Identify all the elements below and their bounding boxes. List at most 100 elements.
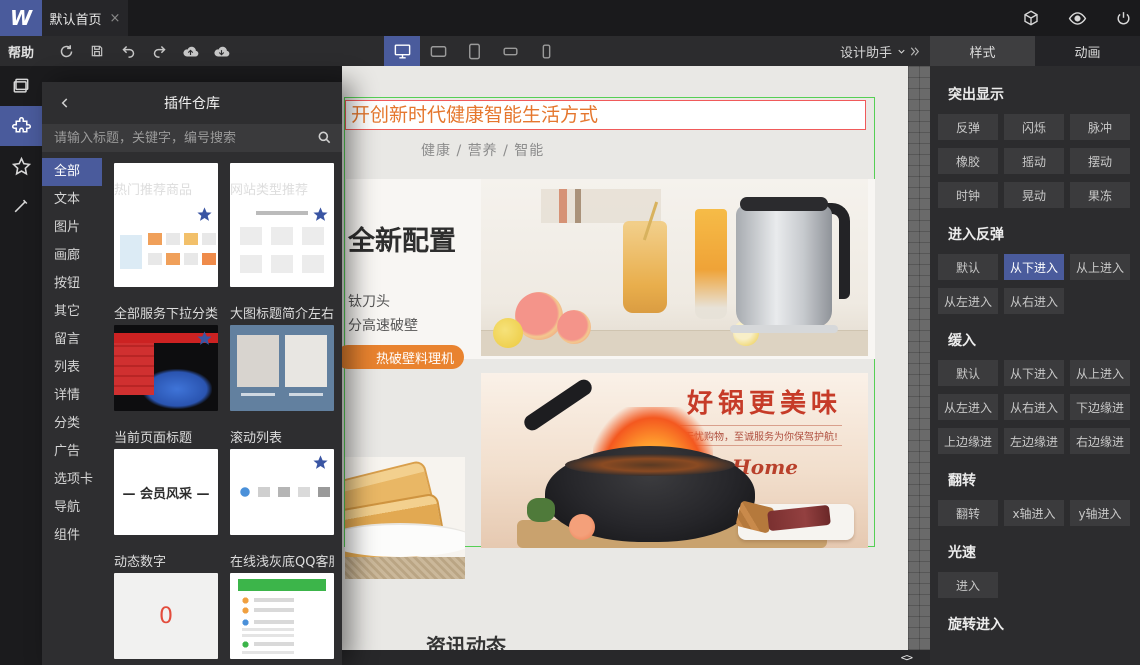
news-section-heading[interactable]: 资讯动态 <box>426 630 506 650</box>
redo-icon[interactable] <box>149 40 169 62</box>
plugin-category[interactable]: 导航 <box>42 494 102 522</box>
animation-option-button[interactable]: 从右进入 <box>1004 394 1064 420</box>
hero-cta-button[interactable]: 热破壁料理机 <box>342 345 464 369</box>
device-desktop-icon[interactable] <box>384 36 420 66</box>
plugin-category[interactable]: 其它 <box>42 298 102 326</box>
plugin-category[interactable]: 详情 <box>42 382 102 410</box>
animation-option-button[interactable]: 脉冲 <box>1070 114 1130 140</box>
plugin-category[interactable]: 图片 <box>42 214 102 242</box>
animation-option-button[interactable]: 翻转 <box>938 500 998 526</box>
animation-option-button[interactable]: 摇动 <box>1004 148 1064 174</box>
animation-option-button[interactable]: 摆动 <box>1070 148 1130 174</box>
stirfry-food-decor <box>565 454 735 476</box>
plugin-category[interactable]: 选项卡 <box>42 466 102 494</box>
plugin-item[interactable]: 动态数字 0 <box>114 551 218 659</box>
plugin-category[interactable]: 按钮 <box>42 270 102 298</box>
plugin-item-label: 在线浅灰底QQ客服 <box>230 555 334 568</box>
animation-option-button[interactable]: y轴进入 <box>1070 500 1130 526</box>
animation-option-button[interactable]: 下边缘进 <box>1070 394 1130 420</box>
animation-option-button[interactable]: 从上进入 <box>1070 254 1130 280</box>
undo-icon[interactable] <box>118 40 138 62</box>
plugin-item[interactable]: 热门推荐商品 <box>114 179 218 287</box>
app-logo[interactable]: W <box>0 0 42 36</box>
code-view-icon[interactable]: <> <box>901 651 913 664</box>
plugin-item[interactable]: 大图标题简介左右切... <box>230 303 334 411</box>
plugin-item[interactable]: 在线浅灰底QQ客服 <box>230 551 334 659</box>
animation-option-button[interactable]: 时钟 <box>938 182 998 208</box>
animation-option-button[interactable]: 上边缘进 <box>938 428 998 454</box>
plugin-item[interactable]: 当前页面标题 — 会员风采 — <box>114 427 218 535</box>
animation-option-button[interactable]: 进入 <box>938 572 998 598</box>
plugin-item[interactable]: 全部服务下拉分类带... <box>114 303 218 411</box>
plugin-item-thumbnail: 0 <box>114 573 218 659</box>
device-phone-landscape-icon[interactable] <box>492 36 528 66</box>
rail-pages-icon[interactable] <box>0 66 42 106</box>
search-icon[interactable] <box>316 129 332 145</box>
animation-option-button[interactable]: 从左进入 <box>938 394 998 420</box>
tab-style[interactable]: 样式 <box>930 36 1035 66</box>
plugin-category[interactable]: 组件 <box>42 522 102 550</box>
power-exit-icon[interactable] <box>1115 10 1132 27</box>
device-phone-portrait-icon[interactable] <box>528 36 564 66</box>
plugin-item-thumbnail: — 会员风采 — <box>114 449 218 535</box>
animation-option-button[interactable]: x轴进入 <box>1004 500 1064 526</box>
animation-option-button[interactable]: 从下进入 <box>1004 254 1064 280</box>
plugin-category[interactable]: 广告 <box>42 438 102 466</box>
page-tab[interactable]: 默认首页 × <box>42 0 128 36</box>
device-tablet-landscape-icon[interactable] <box>420 36 456 66</box>
chevron-down-icon <box>898 49 905 54</box>
plugin-item-thumbnail <box>230 201 334 287</box>
device-tablet-portrait-icon[interactable] <box>456 36 492 66</box>
tab-close-icon[interactable]: × <box>110 11 121 26</box>
plate-decor <box>345 523 465 557</box>
plugin-item[interactable]: 网站类型推荐 <box>230 179 334 287</box>
back-chevron-icon[interactable] <box>58 96 72 110</box>
save-icon[interactable] <box>87 40 107 62</box>
cloud-download-icon[interactable] <box>211 40 231 62</box>
plugin-category[interactable]: 文本 <box>42 186 102 214</box>
animation-option-button[interactable]: 从上进入 <box>1070 360 1130 386</box>
plugin-category[interactable]: 列表 <box>42 354 102 382</box>
rail-plugins-icon[interactable] <box>0 106 42 146</box>
rail-favorites-icon[interactable] <box>0 146 42 186</box>
animation-option-button[interactable]: 左边缘进 <box>1004 428 1064 454</box>
wok-banner-image[interactable]: 好锅更美味 无忧购物，至诚服务为你保驾护航! Warm Home <box>481 373 868 548</box>
canvas-scrollbar[interactable] <box>908 66 930 650</box>
animation-option-button[interactable]: 从左进入 <box>938 288 998 314</box>
animation-option-button[interactable]: 默认 <box>938 360 998 386</box>
help-button[interactable]: 帮助 <box>0 36 42 66</box>
plugin-item-thumbnail <box>230 325 334 411</box>
animation-option-button[interactable]: 从右进入 <box>1004 288 1064 314</box>
animation-option-button[interactable]: 晃动 <box>1004 182 1064 208</box>
plugin-search-input[interactable] <box>42 124 342 152</box>
tab-animation[interactable]: 动画 <box>1035 36 1140 66</box>
plugin-category[interactable]: 画廊 <box>42 242 102 270</box>
animation-option-button[interactable]: 反弹 <box>938 114 998 140</box>
animation-section-ease-in: 缓入 默认 从下进入 从上进入从左进入 从右进入 下边缘进上边缘进 左边缘进 右边缘进 <box>938 330 1132 454</box>
page-subtitle[interactable]: 健康 / 营养 / 智能 <box>421 140 544 160</box>
animation-option-button[interactable]: 默认 <box>938 254 998 280</box>
animation-option-button[interactable]: 橡胶 <box>938 148 998 174</box>
panel-collapse-button[interactable] <box>908 36 921 66</box>
plugin-category[interactable]: 分类 <box>42 410 102 438</box>
animation-option-button[interactable]: 闪烁 <box>1004 114 1064 140</box>
animation-option-button[interactable]: 果冻 <box>1070 182 1130 208</box>
page-title-component[interactable]: 开创新时代健康智能生活方式 <box>345 100 866 130</box>
kettle-product-image[interactable] <box>481 179 868 356</box>
cloud-upload-icon[interactable] <box>180 40 200 62</box>
animation-section-title: 进入反弹 <box>948 227 1004 243</box>
refresh-icon[interactable] <box>56 40 76 62</box>
design-canvas[interactable]: 开创新时代健康智能生活方式 健康 / 营养 / 智能 全新配置 钛刀头 分高速破… <box>342 66 908 650</box>
animation-option-button[interactable]: 从下进入 <box>1004 360 1064 386</box>
animation-option-button[interactable]: 右边缘进 <box>1070 428 1130 454</box>
plugin-item[interactable]: 滚动列表 <box>230 427 334 535</box>
rail-magic-wand-icon[interactable] <box>0 186 42 226</box>
plugin-category[interactable]: 全部 <box>42 158 102 186</box>
toast-image[interactable] <box>345 457 465 579</box>
plugin-category[interactable]: 留言 <box>42 326 102 354</box>
template-cube-icon[interactable] <box>1022 9 1040 27</box>
preview-eye-icon[interactable] <box>1068 9 1087 28</box>
animation-section-lightspeed: 光速 进入 <box>938 542 1132 598</box>
design-assistant-dropdown[interactable]: 设计助手 <box>840 36 907 66</box>
animation-section-title: 缓入 <box>948 333 976 349</box>
